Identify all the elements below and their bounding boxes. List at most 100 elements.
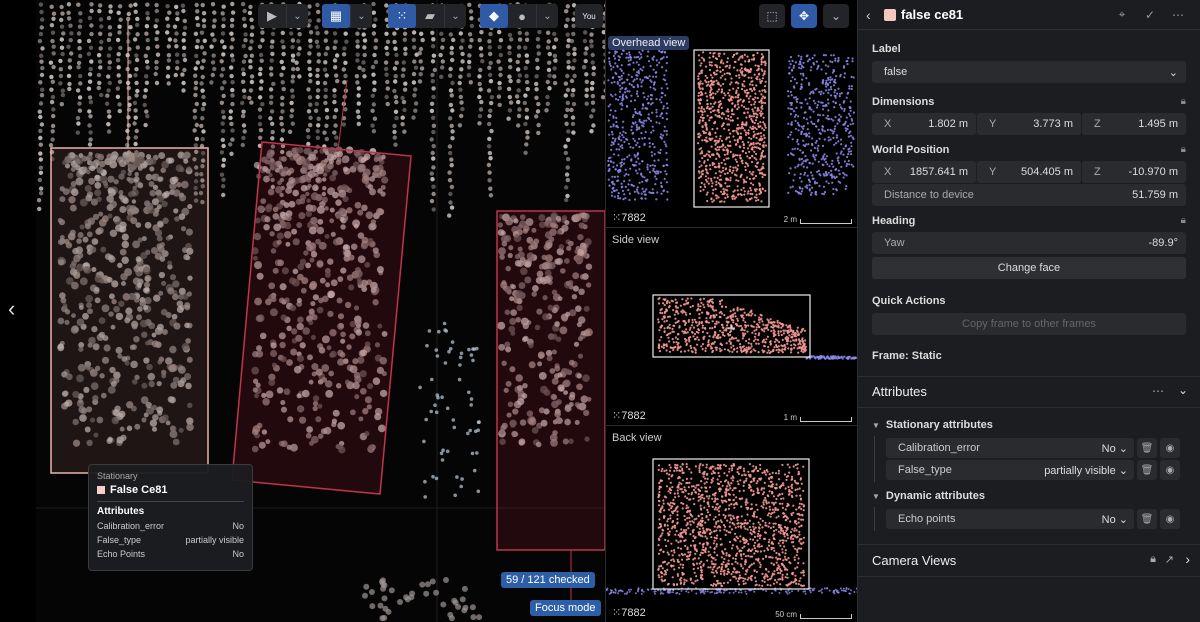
sphere-icon[interactable]: ● <box>508 4 536 28</box>
label-icon[interactable]: ▰ <box>416 4 444 28</box>
point <box>834 177 837 180</box>
point <box>269 94 274 100</box>
point <box>78 11 83 16</box>
chevron-down-icon[interactable]: ⌄ <box>350 4 372 28</box>
point <box>402 107 407 113</box>
point <box>732 113 735 116</box>
point <box>747 190 750 193</box>
point <box>734 158 737 161</box>
point <box>654 88 657 91</box>
point <box>431 94 436 100</box>
point <box>195 9 200 14</box>
point <box>655 108 658 111</box>
point <box>793 346 796 349</box>
point <box>726 144 729 147</box>
chevron-down-icon[interactable]: ⌄ <box>823 4 849 28</box>
point <box>818 91 821 94</box>
point <box>713 52 716 55</box>
chevron-down-icon[interactable]: ⌄ <box>444 4 466 28</box>
point <box>665 56 668 59</box>
side-view-pane[interactable]: + Side view ⁙7882 1 m <box>606 228 858 426</box>
point <box>850 145 853 148</box>
move-icon[interactable]: ✥ <box>791 4 817 28</box>
grid-icon[interactable]: ▦ <box>322 4 350 28</box>
point <box>845 96 848 99</box>
point <box>770 329 773 333</box>
point <box>117 102 122 107</box>
point <box>181 45 187 50</box>
point <box>800 58 803 61</box>
point <box>758 183 761 186</box>
point <box>849 100 852 103</box>
select-region-icon[interactable]: ⬚ <box>759 4 785 28</box>
point <box>642 92 645 95</box>
previous-frame-chevron-icon[interactable]: ‹ <box>8 296 28 322</box>
point <box>748 150 751 153</box>
point <box>789 101 792 105</box>
point <box>76 121 81 126</box>
camera-icon[interactable]: ▶ <box>258 4 286 28</box>
point <box>763 344 766 348</box>
point <box>796 147 799 150</box>
point <box>452 425 457 430</box>
point <box>660 91 663 94</box>
point <box>800 130 803 133</box>
point <box>743 112 746 115</box>
user-badge[interactable]: You <box>575 4 603 28</box>
point <box>760 60 763 63</box>
point <box>794 166 797 169</box>
point <box>565 193 570 199</box>
point <box>333 123 338 128</box>
point <box>355 31 360 36</box>
point <box>478 87 483 92</box>
point <box>719 174 722 177</box>
point <box>850 117 853 121</box>
point <box>678 326 681 329</box>
point <box>488 193 494 198</box>
point <box>746 147 750 150</box>
overhead-view-pane[interactable]: Overhead view ⁙7882 2 m <box>606 30 858 228</box>
point <box>762 61 765 64</box>
point <box>653 81 656 84</box>
point <box>342 46 347 51</box>
point <box>822 114 825 117</box>
points-icon[interactable]: ⁙ <box>388 4 416 28</box>
point <box>761 165 764 168</box>
point <box>672 324 675 327</box>
point <box>117 4 123 9</box>
chevron-down-icon[interactable]: ⌄ <box>536 4 558 28</box>
point <box>822 164 825 167</box>
point <box>49 87 54 92</box>
point <box>165 74 171 79</box>
point <box>422 439 426 444</box>
point <box>683 323 687 326</box>
point <box>211 24 217 29</box>
chevron-down-icon[interactable]: ⌄ <box>286 4 308 28</box>
point <box>703 306 706 309</box>
point <box>709 137 712 140</box>
point <box>822 60 825 63</box>
point <box>804 155 807 158</box>
point <box>708 68 712 72</box>
point <box>754 314 757 317</box>
point <box>731 109 734 112</box>
point <box>707 321 710 324</box>
point <box>720 139 723 142</box>
point <box>607 159 610 163</box>
lidar-3d-viewport[interactable]: ‹ ▶ ⌄ ▦ ⌄ ⁙ ▰ ⌄ ◆ ● ⌄ You Stationary Fal… <box>0 0 605 622</box>
point <box>572 51 577 57</box>
focus-mode-button[interactable]: Focus mode <box>530 600 601 616</box>
point <box>834 81 837 84</box>
point <box>747 71 750 74</box>
point <box>468 9 474 14</box>
point <box>289 114 294 119</box>
layers-icon[interactable]: ◆ <box>480 4 508 28</box>
point <box>373 17 378 22</box>
point <box>792 64 796 67</box>
side-view-canvas[interactable]: + <box>606 228 858 426</box>
overhead-view-canvas[interactable] <box>606 30 858 228</box>
point <box>241 88 247 93</box>
point <box>220 31 226 36</box>
point <box>641 121 644 124</box>
point <box>116 73 121 78</box>
